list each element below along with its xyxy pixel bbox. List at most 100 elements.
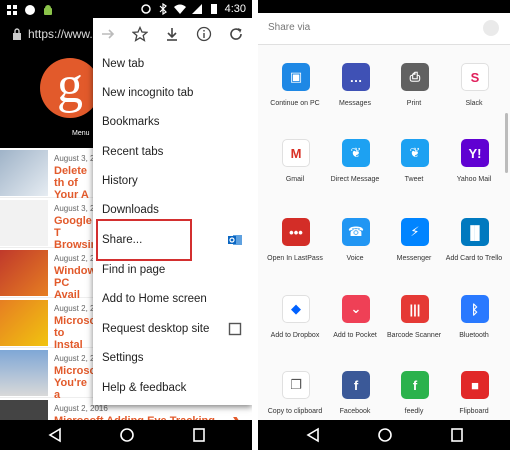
lastpass-icon: ••• xyxy=(282,218,310,246)
status-time: 4:30 xyxy=(224,3,246,15)
scrollbar[interactable] xyxy=(505,113,508,173)
share-target-messages[interactable]: … Messages xyxy=(324,63,386,123)
android-notification-icon xyxy=(44,5,52,15)
refresh-icon[interactable] xyxy=(228,26,244,42)
article-thumbnail xyxy=(0,200,48,246)
signal-status-icon xyxy=(191,4,202,14)
article-date: August 2, 2 xyxy=(54,354,95,363)
share-target-tweet[interactable]: ❦ Tweet xyxy=(383,139,445,199)
menu-item-recent-tabs[interactable]: Recent tabs xyxy=(93,138,252,167)
article-title[interactable]: Delete th of Your A xyxy=(54,165,94,201)
download-icon[interactable] xyxy=(164,26,180,42)
messenger-icon: ⚡ xyxy=(401,218,429,246)
share-target-bluetooth[interactable]: ᛒ Bluetooth xyxy=(443,295,505,355)
desktop-site-checkbox[interactable] xyxy=(228,322,242,336)
battery-status-icon xyxy=(210,4,217,14)
share-target-open-in-lastpass[interactable]: ••• Open In LastPass xyxy=(264,218,326,278)
site-logo[interactable]: g xyxy=(40,58,100,118)
slack-icon: S xyxy=(461,63,489,91)
article-thumbnail xyxy=(0,250,48,296)
share-target-label: Add Card to Trello xyxy=(445,255,503,262)
article-thumbnail xyxy=(0,350,48,396)
share-target-label: Flipboard xyxy=(459,408,489,415)
article-date: August 2, 2016 xyxy=(54,404,108,413)
bluetooth-icon: ᛒ xyxy=(461,295,489,323)
trello-icon: ▐▌ xyxy=(461,218,489,246)
flipboard-icon: ■ xyxy=(461,371,489,399)
dropbox-icon: ◆ xyxy=(282,295,310,323)
outlook-icon[interactable] xyxy=(228,233,242,247)
feedly-icon: f xyxy=(401,371,429,399)
status-bar xyxy=(258,0,510,13)
menu-item-add-to-home-screen[interactable]: Add to Home screen xyxy=(93,285,252,314)
article-thumbnail xyxy=(0,150,48,196)
share-highlight-box xyxy=(96,219,192,261)
menu-item-request-desktop-label: Request desktop site xyxy=(102,323,210,335)
android-nav-bar xyxy=(258,420,510,450)
share-target-slack[interactable]: S Slack xyxy=(443,63,505,123)
wifi-status-icon xyxy=(173,4,186,14)
menu-item-new-tab[interactable]: New tab xyxy=(93,50,252,79)
bluetooth-status-icon xyxy=(159,3,167,15)
article-title[interactable]: Microso You're a xyxy=(54,365,94,401)
browser-overflow-menu: New tab New incognito tab Bookmarks Rece… xyxy=(93,18,252,405)
back-icon[interactable] xyxy=(48,427,62,443)
share-sheet-header: Share via xyxy=(258,13,510,45)
yahoo-mail-icon: Y! xyxy=(461,139,489,167)
forward-icon[interactable] xyxy=(100,26,116,42)
article-date: August 3, 2 xyxy=(54,154,95,163)
share-target-barcode-scanner[interactable]: ||| Barcode Scanner xyxy=(383,295,445,355)
article-title[interactable]: Google T Browsin xyxy=(54,215,94,251)
share-target-add-to-pocket[interactable]: ⌄ Add to Pocket xyxy=(324,295,386,355)
grid-notification-icon xyxy=(7,5,17,15)
star-icon[interactable] xyxy=(132,26,148,42)
share-header-icon xyxy=(483,20,499,36)
share-target-add-card-to-trello[interactable]: ▐▌ Add Card to Trello xyxy=(443,218,505,278)
share-sheet-title: Share via xyxy=(268,22,311,33)
site-menu-label[interactable]: Menu xyxy=(72,130,90,137)
menu-item-settings[interactable]: Settings xyxy=(93,344,252,373)
share-target-add-to-dropbox[interactable]: ◆ Add to Dropbox xyxy=(264,295,326,355)
circle-notification-icon xyxy=(25,5,35,15)
article-title[interactable]: Window PC Avail xyxy=(54,265,94,301)
recents-icon[interactable] xyxy=(192,427,206,443)
left-phone-screen: 4:30 https://www.gr g Menu August 3, 2 D… xyxy=(0,0,252,450)
article-date: August 3, 2 xyxy=(54,204,95,213)
share-target-gmail[interactable]: M Gmail xyxy=(264,139,326,199)
android-nav-bar xyxy=(0,420,252,450)
menu-item-new-incognito-tab[interactable]: New incognito tab xyxy=(93,79,252,108)
share-target-label: Bluetooth xyxy=(459,332,489,339)
info-icon[interactable] xyxy=(196,26,212,42)
right-phone-screen: Share via ▣ Continue on PC… Messages ⎙ Print… xyxy=(258,0,510,450)
menu-toolbar xyxy=(93,18,252,50)
share-target-print[interactable]: ⎙ Print xyxy=(383,63,445,123)
pocket-icon: ⌄ xyxy=(342,295,370,323)
facebook-icon: f xyxy=(342,371,370,399)
printer-icon: ⎙ xyxy=(401,63,429,91)
share-target-label: Slack xyxy=(465,100,483,107)
clipboard-icon: ❐ xyxy=(282,371,310,399)
twitter-icon: ❦ xyxy=(342,139,370,167)
share-target-voice[interactable]: ☎ Voice xyxy=(324,218,386,278)
share-target-direct-message[interactable]: ❦ Direct Message xyxy=(324,139,386,199)
recents-icon[interactable] xyxy=(450,427,464,443)
menu-item-request-desktop-site[interactable]: Request desktop site xyxy=(93,315,252,344)
data-saver-icon xyxy=(140,4,151,14)
barcode-icon: ||| xyxy=(401,295,429,323)
share-target-label: Yahoo Mail xyxy=(456,176,492,183)
share-target-messenger[interactable]: ⚡ Messenger xyxy=(383,218,445,278)
twitter-icon: ❦ xyxy=(401,139,429,167)
home-icon[interactable] xyxy=(119,427,135,443)
back-icon[interactable] xyxy=(306,427,320,443)
menu-item-bookmarks[interactable]: Bookmarks xyxy=(93,108,252,137)
home-icon[interactable] xyxy=(377,427,393,443)
phone-icon: ☎ xyxy=(342,218,370,246)
continue-on-pc-icon: ▣ xyxy=(282,63,310,91)
share-target-continue-on-pc[interactable]: ▣ Continue on PC xyxy=(264,63,326,123)
menu-item-help-feedback[interactable]: Help & feedback xyxy=(93,374,252,403)
share-target-yahoo-mail[interactable]: Y! Yahoo Mail xyxy=(443,139,505,199)
gmail-icon: M xyxy=(282,139,310,167)
article-thumbnail xyxy=(0,300,48,346)
article-title[interactable]: Microso to Instal xyxy=(54,315,94,351)
menu-item-history[interactable]: History xyxy=(93,167,252,196)
